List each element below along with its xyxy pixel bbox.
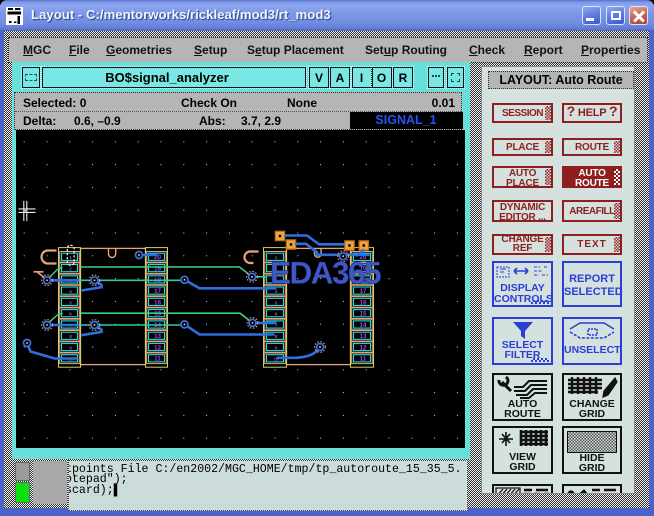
svg-text:14: 14 [359, 322, 367, 329]
svg-text:15: 15 [153, 311, 161, 318]
svg-text:13: 13 [153, 333, 161, 340]
svg-text:9: 9 [69, 345, 72, 350]
svg-text:8: 8 [69, 334, 72, 339]
svg-text:11: 11 [359, 356, 366, 363]
svg-text:2: 2 [69, 267, 72, 272]
svg-text:12: 12 [359, 344, 367, 351]
svg-text:17: 17 [153, 288, 161, 295]
svg-text:5: 5 [69, 300, 72, 305]
svg-text:12: 12 [153, 344, 161, 351]
svg-text:6: 6 [274, 312, 277, 317]
svg-text:15: 15 [359, 311, 367, 318]
svg-text:11: 11 [154, 356, 161, 363]
svg-text:EDA365: EDA365 [269, 255, 380, 291]
svg-text:5: 5 [274, 300, 277, 305]
svg-text:13: 13 [359, 333, 367, 340]
svg-text:8: 8 [274, 334, 277, 339]
svg-text:1: 1 [69, 255, 72, 260]
svg-text:16: 16 [359, 299, 367, 306]
svg-text:9: 9 [274, 345, 277, 350]
svg-text:4: 4 [69, 289, 72, 294]
svg-text:16: 16 [153, 299, 161, 306]
svg-text:6: 6 [69, 312, 72, 317]
